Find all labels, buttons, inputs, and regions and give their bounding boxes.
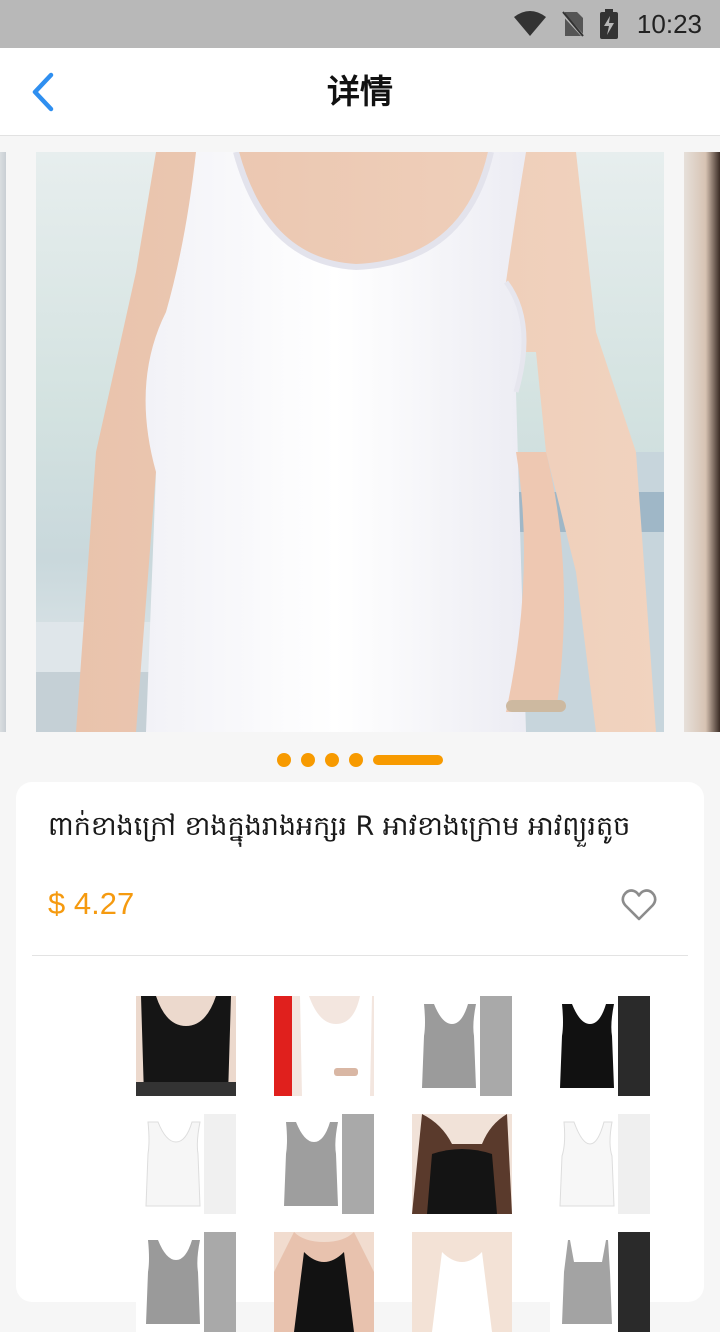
variant-thumbnail[interactable] xyxy=(136,996,236,1096)
product-info-card: ពាក់ខាងក្រៅ ខាងក្នុងរាងអក្សរ R អាវខាងក្រ… xyxy=(16,782,704,1332)
black-tank-model-image xyxy=(136,996,236,1096)
variant-thumbnail[interactable] xyxy=(550,1232,650,1332)
variant-thumbnail[interactable] xyxy=(274,1232,374,1332)
wifi-icon xyxy=(513,11,546,36)
gray-tank-flat-2-image xyxy=(274,1114,374,1214)
product-photo xyxy=(36,152,664,732)
carousel-dot-3[interactable] xyxy=(325,753,339,767)
no-sim-icon xyxy=(560,11,585,38)
carousel-dot-1[interactable] xyxy=(277,753,291,767)
white-racerback-flat-image xyxy=(550,1114,650,1214)
back-button[interactable] xyxy=(18,66,70,118)
white-tank-model-red-banner-image xyxy=(274,996,374,1096)
variant-thumbnail[interactable] xyxy=(550,996,650,1096)
variant-thumbnail[interactable] xyxy=(136,1114,236,1214)
heart-outline-icon xyxy=(621,889,657,921)
gray-tank-flat-image xyxy=(412,996,512,1096)
variant-thumbnail[interactable] xyxy=(412,1114,512,1214)
chevron-left-icon xyxy=(32,72,54,112)
white-tank-model-2-image xyxy=(412,1232,512,1332)
product-main-image[interactable] xyxy=(36,152,664,732)
divider xyxy=(32,955,688,956)
variant-thumbnail[interactable] xyxy=(412,1232,512,1332)
favorite-button[interactable] xyxy=(620,886,658,924)
product-title: ពាក់ខាងក្រៅ ខាងក្នុងរាងអក្សរ R អាវខាងក្រ… xyxy=(48,811,631,842)
product-image-carousel[interactable] xyxy=(0,136,720,776)
variant-thumbnail[interactable] xyxy=(412,996,512,1096)
page-title: 详情 xyxy=(327,72,393,111)
carousel-indicator xyxy=(0,753,720,767)
variant-thumbnail[interactable] xyxy=(136,1232,236,1332)
status-time: 10:23 xyxy=(636,8,702,39)
variant-thumbnail[interactable] xyxy=(274,1114,374,1214)
carousel-dot-4[interactable] xyxy=(349,753,363,767)
white-tank-flat-image xyxy=(136,1114,236,1214)
next-slide-peek[interactable] xyxy=(684,152,720,732)
variant-thumbnail[interactable] xyxy=(550,1114,650,1214)
carousel-dot-2[interactable] xyxy=(301,753,315,767)
top-app-bar: 详情 xyxy=(0,48,720,136)
product-price: $ 4.27 xyxy=(48,886,135,921)
black-tank-model-2-image xyxy=(274,1232,374,1332)
carousel-dot-active[interactable] xyxy=(373,755,443,765)
gray-racerback-flat-image xyxy=(136,1232,236,1332)
status-bar: 10:23 xyxy=(0,0,720,48)
black-tank-flat-image xyxy=(550,996,650,1096)
previous-slide-peek[interactable] xyxy=(0,152,6,732)
gray-cami-flat-image xyxy=(550,1232,650,1332)
battery-charging-icon xyxy=(599,9,618,39)
black-tank-back-model-image xyxy=(412,1114,512,1214)
variant-thumbnail[interactable] xyxy=(274,996,374,1096)
